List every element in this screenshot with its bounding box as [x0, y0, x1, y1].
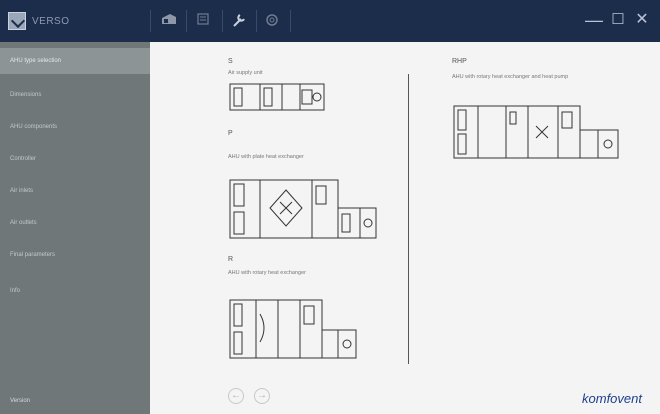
option-p-desc: AHU with plate heat exchanger [228, 154, 304, 160]
close-button[interactable]: ✕ [632, 10, 652, 30]
toolbar-separator [150, 10, 151, 32]
sidebar: AHU type selection Dimensions AHU compon… [0, 42, 150, 414]
column-divider [408, 74, 409, 364]
option-s-code: S [228, 58, 233, 65]
ahu-unit-icon[interactable] [160, 12, 178, 30]
toolbar-separator [186, 10, 187, 32]
ahu-p-diagram[interactable] [228, 178, 378, 242]
brand-name: VERSO [32, 15, 70, 27]
brand: VERSO [8, 10, 70, 32]
toolbar-separator [256, 10, 257, 32]
sidebar-item-info[interactable]: Info [0, 278, 150, 304]
maximize-button[interactable]: ☐ [608, 10, 628, 30]
sidebar-item-dimensions[interactable]: Dimensions [0, 82, 150, 108]
sidebar-item-air-inlets[interactable]: Air inlets [0, 178, 150, 204]
sidebar-item-air-outlets[interactable]: Air outlets [0, 210, 150, 236]
ahu-r-diagram[interactable] [228, 298, 358, 360]
verso-logo-icon [8, 12, 26, 30]
option-s-desc: Air supply unit [228, 70, 263, 76]
gear-icon[interactable] [263, 12, 281, 30]
sidebar-item-ahu-type-selection[interactable]: AHU type selection [0, 48, 150, 74]
ahu-rhp-diagram[interactable] [452, 104, 622, 162]
sidebar-item-ahu-components[interactable]: AHU components [0, 114, 150, 140]
toolbar-separator [290, 10, 291, 32]
ahu-s-diagram[interactable] [228, 80, 328, 114]
toolbar-separator [222, 10, 223, 32]
komfovent-logo: komfovent [582, 391, 642, 406]
main-content: S Air supply unit P AHU with plate heat … [150, 42, 660, 414]
version-label: Version [10, 398, 31, 404]
sidebar-item-final-parameters[interactable]: Final parameters [0, 242, 150, 268]
option-r-code: R [228, 256, 234, 263]
next-arrow-button[interactable]: → [254, 388, 270, 404]
sidebar-item-controller[interactable]: Controller [0, 146, 150, 172]
title-bar: VERSO — ☐ ✕ [0, 0, 660, 42]
minimize-button[interactable]: — [584, 10, 604, 30]
app-window: VERSO — ☐ ✕ AHU type selection Dimension… [0, 0, 660, 414]
previous-arrow-button[interactable]: ← [228, 388, 244, 404]
list-icon[interactable] [194, 12, 212, 30]
option-p-code: P [228, 130, 233, 137]
option-r-desc: AHU with rotary heat exchanger [228, 270, 306, 276]
wrench-icon[interactable] [230, 12, 248, 30]
option-rhp-code: RHP [452, 58, 467, 65]
option-rhp-desc: AHU with rotary heat exchanger and heat … [452, 74, 569, 80]
